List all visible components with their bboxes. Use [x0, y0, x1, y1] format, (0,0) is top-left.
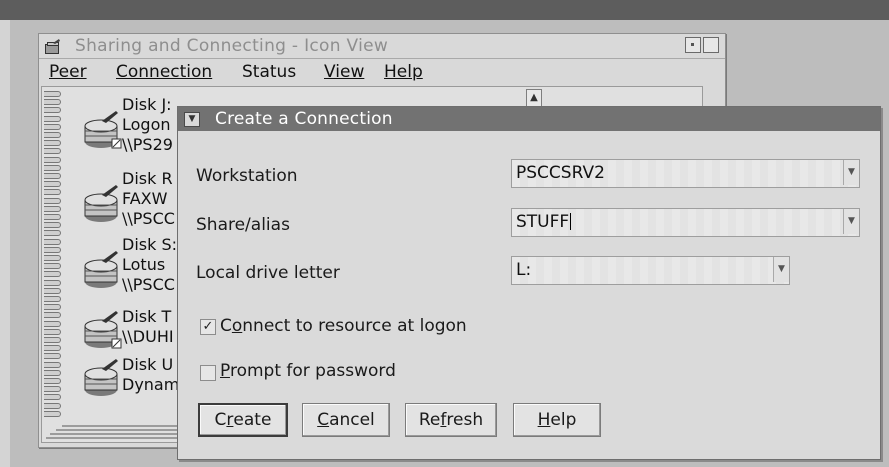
spiral-ring	[44, 214, 61, 220]
spiral-ring	[44, 345, 61, 352]
dialog-titlebar[interactable]: ▼ Create a Connection	[178, 107, 880, 131]
notebook-spiral	[44, 87, 64, 422]
folder-icon[interactable]	[45, 39, 61, 54]
item-text: Disk R FAXW \\PSCC	[122, 169, 175, 228]
spiral-ring	[44, 410, 61, 417]
spiral-ring	[44, 222, 61, 229]
spiral-ring	[44, 361, 61, 368]
spiral-ring	[44, 296, 61, 302]
spiral-ring	[44, 263, 61, 270]
chevron-down-icon[interactable]: ▼	[843, 209, 859, 234]
workstation-combo[interactable]: PSCCSRV2 ▼	[511, 159, 860, 188]
workstation-value: PSCCSRV2	[516, 163, 605, 183]
spiral-ring	[44, 230, 61, 237]
local-drive-value: L:	[516, 260, 532, 280]
spiral-ring	[44, 181, 61, 188]
disk-icon	[84, 311, 122, 349]
share-alias-label: Share/alias	[196, 215, 290, 235]
spiral-ring	[44, 328, 61, 335]
spiral-ring	[44, 99, 61, 106]
minimize-button[interactable]	[685, 37, 701, 53]
share-alias-value: STUFF	[516, 212, 572, 232]
spiral-ring	[44, 148, 61, 155]
window-titlebar[interactable]: Sharing and Connecting - Icon View	[39, 34, 725, 59]
spiral-ring	[44, 246, 61, 253]
window-title: Sharing and Connecting - Icon View	[75, 36, 389, 56]
spiral-ring	[44, 189, 61, 196]
item-text: Disk S: Lotus \\PSCC	[122, 235, 177, 294]
spiral-ring	[44, 197, 61, 204]
refresh-button[interactable]: Re f resh	[405, 403, 497, 437]
spiral-ring	[44, 353, 61, 360]
item-text: Disk T \\DUHI	[122, 307, 174, 346]
spiral-ring	[44, 312, 61, 319]
spiral-ring	[44, 394, 61, 401]
disk-icon	[84, 111, 122, 149]
connect-logon-label[interactable]: Connect to resource at logon	[220, 316, 467, 336]
disk-icon	[84, 359, 118, 396]
item-text: Disk U Dynam	[122, 355, 180, 394]
spiral-ring	[44, 107, 61, 114]
spiral-ring	[44, 173, 61, 179]
connect-logon-checkbox[interactable]: ✓	[200, 319, 216, 335]
dialog-title: Create a Connection	[215, 109, 393, 129]
menu-view[interactable]: View	[324, 62, 364, 82]
spiral-ring	[44, 132, 61, 138]
help-button[interactable]: Help	[513, 403, 601, 437]
workstation-label: Workstation	[196, 166, 298, 186]
chevron-down-icon[interactable]: ▼	[843, 160, 859, 185]
spiral-ring	[44, 205, 61, 212]
local-drive-combo[interactable]: L: ▼	[511, 256, 790, 285]
prompt-password-label[interactable]: Prompt for password	[220, 361, 396, 381]
menu-help[interactable]: Help	[384, 62, 423, 82]
cancel-button[interactable]: Cancel	[302, 403, 390, 437]
spiral-ring	[44, 164, 61, 171]
prompt-password-checkbox[interactable]	[200, 365, 216, 381]
spiral-ring	[44, 386, 61, 393]
chevron-down-icon[interactable]: ▼	[184, 112, 200, 127]
spiral-ring	[44, 238, 61, 245]
spiral-ring	[44, 123, 61, 130]
menu-status[interactable]: Status	[242, 62, 296, 82]
spiral-ring	[44, 320, 61, 327]
spiral-ring	[44, 115, 61, 122]
local-drive-label: Local drive letter	[196, 263, 340, 283]
disk-icon	[84, 251, 118, 288]
notebook-pages	[42, 423, 197, 441]
spiral-ring	[44, 271, 61, 278]
menu-connection[interactable]: Connection	[116, 62, 212, 82]
desktop-band	[0, 0, 889, 20]
spiral-ring	[44, 255, 61, 261]
spiral-ring	[44, 402, 61, 409]
share-alias-combo[interactable]: STUFF ▼	[511, 208, 860, 237]
spiral-ring	[44, 369, 61, 376]
item-text: Disk J: Logon \\PS29	[122, 95, 173, 154]
menu-bar: Peer Connection Status View Help	[39, 59, 725, 85]
spiral-ring	[44, 304, 61, 311]
spiral-ring	[44, 378, 61, 384]
spiral-ring	[44, 337, 61, 343]
disk-icon	[84, 185, 118, 222]
maximize-button[interactable]	[703, 37, 719, 53]
spiral-ring	[44, 91, 61, 97]
spiral-ring	[44, 156, 61, 163]
spiral-ring	[44, 287, 61, 294]
scroll-up-button[interactable]: ▲	[526, 89, 542, 107]
create-button[interactable]: Cr eate	[198, 403, 288, 437]
spiral-ring	[44, 279, 61, 286]
menu-peer[interactable]: Peer	[49, 62, 87, 82]
spiral-ring	[44, 140, 61, 147]
create-connection-dialog: ▼ Create a Connection Workstation PSCCSR…	[177, 106, 881, 460]
chevron-down-icon[interactable]: ▼	[773, 257, 789, 282]
